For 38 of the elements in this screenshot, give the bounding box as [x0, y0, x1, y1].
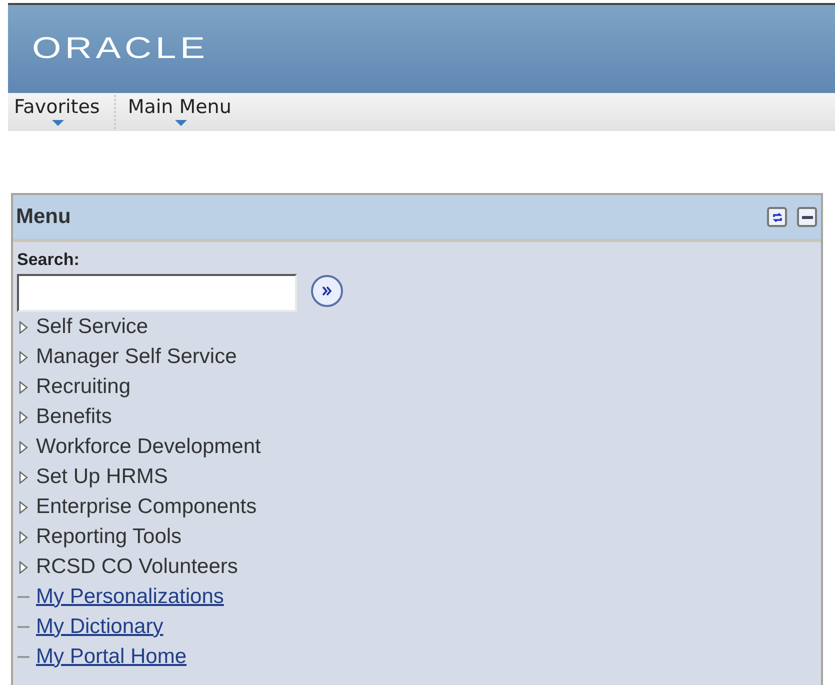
- search-label: Search:: [17, 250, 80, 270]
- expand-triangle-icon: [17, 440, 30, 454]
- double-chevron-icon: [322, 286, 332, 296]
- menu-folder-item[interactable]: Manager Self Service: [36, 345, 237, 369]
- nav-menu-button[interactable]: Main Menu: [122, 93, 240, 130]
- refresh-button[interactable]: [767, 207, 787, 227]
- menu-link[interactable]: My Dictionary: [36, 615, 164, 639]
- caret-icon: [52, 120, 64, 126]
- dash-icon: [17, 626, 30, 628]
- expand-triangle-icon: [17, 500, 30, 514]
- expand-triangle-icon: [17, 530, 30, 544]
- search-field[interactable]: [17, 274, 297, 312]
- menu-folder-item[interactable]: Enterprise Components: [36, 495, 257, 519]
- menu-folder-item[interactable]: Self Service: [36, 315, 148, 339]
- expand-triangle-icon: [17, 560, 30, 574]
- menu-folder-item[interactable]: Benefits: [36, 405, 112, 429]
- menu-link[interactable]: My Personalizations: [36, 585, 224, 609]
- menu-folder-item[interactable]: RCSD CO Volunteers: [36, 555, 238, 579]
- expand-triangle-icon: [17, 350, 30, 364]
- refresh-icon: [772, 212, 782, 222]
- menu-folder-item[interactable]: Reporting Tools: [36, 525, 182, 549]
- dash-icon: [17, 656, 30, 658]
- collapse-button[interactable]: [797, 207, 817, 227]
- expand-triangle-icon: [17, 410, 30, 424]
- nav-menu-button[interactable]: Favorites: [8, 93, 108, 130]
- oracle-logo: ORACLE: [32, 32, 209, 66]
- minus-icon: [802, 216, 812, 218]
- expand-triangle-icon: [17, 320, 30, 334]
- dash-icon: [17, 596, 30, 598]
- expand-triangle-icon: [17, 380, 30, 394]
- expand-triangle-icon: [17, 470, 30, 484]
- panel-title: Menu: [16, 205, 71, 229]
- menu-folder-item[interactable]: Workforce Development: [36, 435, 261, 459]
- menu-link[interactable]: My Portal Home: [36, 645, 187, 669]
- search-go-button[interactable]: [311, 275, 343, 307]
- menu-folder-item[interactable]: Set Up HRMS: [36, 465, 168, 489]
- menu-folder-item[interactable]: Recruiting: [36, 375, 131, 399]
- caret-icon: [174, 120, 187, 126]
